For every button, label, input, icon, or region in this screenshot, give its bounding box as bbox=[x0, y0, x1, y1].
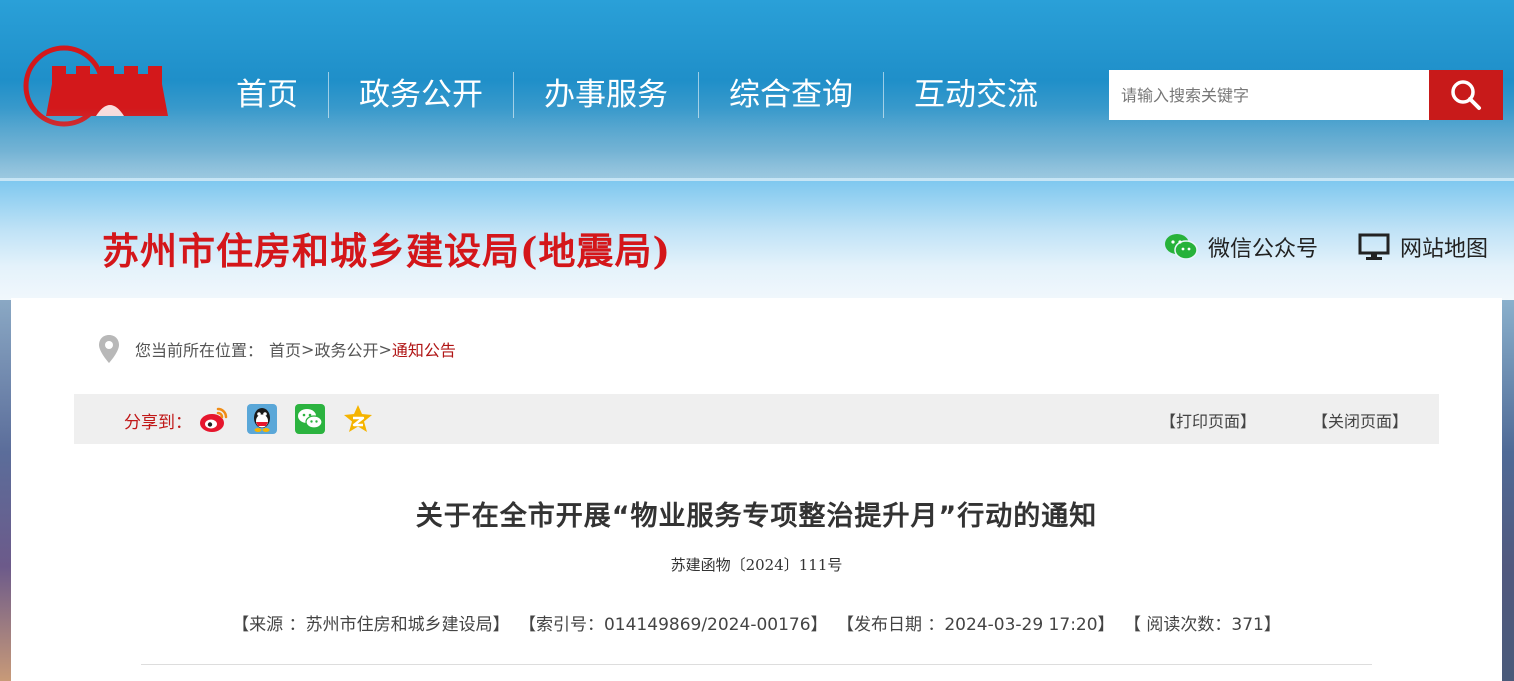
sitemap-link[interactable]: 网站地图 bbox=[1358, 231, 1488, 263]
qq-icon[interactable] bbox=[246, 403, 278, 435]
search-icon bbox=[1451, 80, 1481, 110]
breadcrumb-prefix: 您当前所在位置： bbox=[135, 341, 264, 360]
share-label: 分享到： bbox=[124, 413, 192, 433]
nav-home[interactable]: 首页 bbox=[206, 72, 329, 118]
breadcrumb-separator: > bbox=[301, 339, 315, 359]
meta-publish-date: 【发布日期 ：2024-03-29 17:20】 bbox=[836, 615, 1115, 635]
breadcrumb-item-home[interactable]: 首页 bbox=[269, 337, 301, 361]
breadcrumb-item-notices[interactable]: 通知公告 bbox=[392, 337, 456, 361]
document-number: 苏建函物〔2024〕111号 bbox=[670, 556, 843, 574]
wechat-account-label: 微信公众号 bbox=[1208, 237, 1319, 262]
nav-gov-affairs[interactable]: 政务公开 bbox=[329, 72, 514, 118]
weibo-icon[interactable] bbox=[198, 403, 230, 435]
location-pin-icon bbox=[99, 335, 119, 363]
meta-index-number: 【索引号：014149869/2024-00176】 bbox=[518, 615, 828, 635]
search-input[interactable] bbox=[1109, 70, 1429, 120]
wechat-account-link[interactable]: 微信公众号 bbox=[1164, 231, 1318, 263]
content-panel: 您当前所在位置： 首页 > 政务公开 > 通知公告 分享到： 【打印页面】 【关… bbox=[11, 298, 1502, 681]
close-page-button[interactable]: 【关闭页面】 bbox=[1312, 408, 1408, 432]
search-box bbox=[1109, 70, 1503, 120]
wechat-icon bbox=[1165, 234, 1198, 260]
share-bar: 分享到： 【打印页面】 【关闭页面】 bbox=[74, 394, 1439, 444]
sitemap-label: 网站地图 bbox=[1400, 237, 1489, 262]
wechat-icon[interactable] bbox=[294, 403, 326, 435]
nav-query[interactable]: 综合查询 bbox=[699, 72, 884, 118]
site-title: 苏州市住房和城乡建设局(地震局) bbox=[102, 229, 672, 273]
article-meta: 【来源 ：苏州市住房和城乡建设局】 【索引号：014149869/2024-00… bbox=[11, 610, 1502, 635]
banner: 苏州市住房和城乡建设局(地震局) 微信公众号 网站地图 bbox=[0, 178, 1514, 303]
breadcrumb-item-gov-affairs[interactable]: 政务公开 bbox=[314, 337, 378, 361]
main-nav: 首页 政务公开 办事服务 综合查询 互动交流 bbox=[206, 72, 1068, 118]
nav-services[interactable]: 办事服务 bbox=[514, 72, 699, 118]
meta-source: 【来源 ：苏州市住房和城乡建设局】 bbox=[232, 615, 510, 635]
meta-view-count: 【 阅读次数：371】 bbox=[1123, 615, 1281, 635]
top-header: 首页 政务公开 办事服务 综合查询 互动交流 bbox=[0, 0, 1514, 178]
qzone-icon[interactable] bbox=[342, 403, 374, 435]
city-backdrop-right bbox=[1500, 300, 1514, 681]
divider bbox=[141, 664, 1372, 665]
nav-interaction[interactable]: 互动交流 bbox=[884, 72, 1068, 118]
print-page-button[interactable]: 【打印页面】 bbox=[1160, 408, 1256, 432]
search-button[interactable] bbox=[1429, 70, 1503, 120]
breadcrumb-separator: > bbox=[378, 339, 392, 359]
monitor-icon bbox=[1358, 233, 1390, 260]
breadcrumb: 您当前所在位置： 首页 > 政务公开 > 通知公告 bbox=[97, 334, 456, 364]
city-wall-logo[interactable] bbox=[14, 44, 172, 128]
article-title: 关于在全市开展“物业服务专项整治提升月”行动的通知 bbox=[415, 501, 1098, 532]
